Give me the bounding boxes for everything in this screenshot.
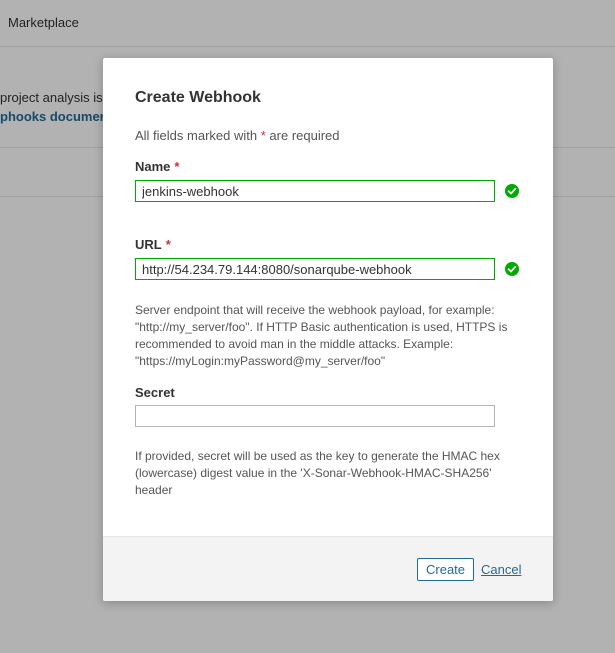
check-circle-icon [505, 184, 519, 198]
secret-help-text: If provided, secret will be used as the … [135, 449, 500, 497]
url-label-text: URL [135, 237, 162, 252]
secret-input[interactable] [135, 405, 495, 427]
required-fields-note: All fields marked with * are required [135, 128, 340, 143]
secret-label: Secret [135, 385, 175, 400]
required-note-suffix: are required [269, 128, 340, 143]
modal-footer: Create Cancel [103, 536, 553, 601]
name-label: Name * [135, 159, 179, 174]
url-label: URL * [135, 237, 171, 252]
required-note-prefix: All fields marked with [135, 128, 258, 143]
url-input[interactable] [135, 258, 495, 280]
required-star: * [174, 159, 180, 174]
url-help-text: Server endpoint that will receive the we… [135, 303, 508, 368]
modal-title: Create Webhook [135, 89, 261, 106]
cancel-link[interactable]: Cancel [481, 562, 521, 577]
name-input[interactable] [135, 180, 495, 202]
required-star: * [165, 237, 171, 252]
required-star: * [260, 128, 266, 143]
name-label-text: Name [135, 159, 171, 174]
create-button[interactable]: Create [417, 558, 475, 581]
secret-label-text: Secret [135, 385, 175, 400]
create-webhook-modal: Create Webhook All fields marked with * … [103, 58, 553, 601]
check-circle-icon [505, 262, 519, 276]
